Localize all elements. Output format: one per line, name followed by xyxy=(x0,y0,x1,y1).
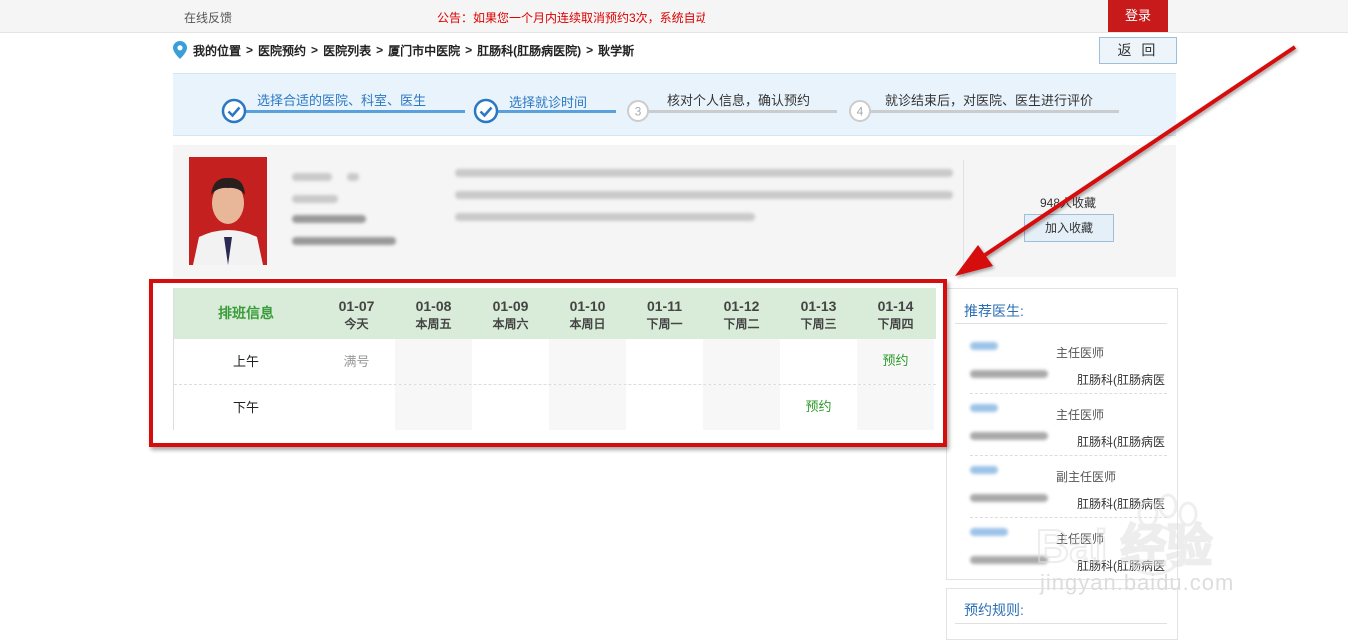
back-button[interactable]: 返 回 xyxy=(1099,37,1177,64)
divider xyxy=(970,393,1167,394)
doctor-hospital-blurred xyxy=(292,215,366,223)
breadcrumb-hospital-list[interactable]: 医院列表 xyxy=(323,42,371,59)
doctor-name-blurred xyxy=(292,173,332,181)
doctor-title: 主任医师 xyxy=(1056,346,1105,360)
divider xyxy=(963,160,964,276)
step-label: 选择合适的医院、科室、医生 xyxy=(257,93,427,108)
booking-steps: 选择合适的医院、科室、医生 选择就诊时间 3 核对个人信息，确认预约 4 就诊结… xyxy=(173,73,1176,136)
favorite-count: 948人收藏 xyxy=(1040,196,1097,210)
step-label: 选择就诊时间 xyxy=(509,95,588,110)
breadcrumb-separator: > xyxy=(311,43,319,57)
breadcrumb-department[interactable]: 肛肠科(肛肠病医院) xyxy=(477,42,581,59)
step-progress-line xyxy=(647,110,837,113)
step-choose-doctor: 选择合适的医院、科室、医生 xyxy=(221,74,465,135)
step-progress-line xyxy=(869,110,1119,113)
doctor-gender-blurred xyxy=(347,173,359,181)
doctor-name-blurred[interactable] xyxy=(970,342,998,350)
add-favorite-button[interactable]: 加入收藏 xyxy=(1024,214,1114,242)
watermark-url: jingyan.baidu.com xyxy=(1040,570,1235,595)
breadcrumb-doctor: 耿学斯 xyxy=(598,43,635,58)
doctor-dept: 肛肠科(肛肠病医 xyxy=(1077,373,1165,387)
divider xyxy=(955,623,1167,624)
step-label: 核对个人信息，确认预约 xyxy=(667,93,811,108)
doctor-info-card: 948人收藏 加入收藏 xyxy=(173,145,1176,277)
doctor-dept-blurred xyxy=(292,237,396,245)
svg-text:Bai 经验: Bai 经验 xyxy=(1036,520,1212,572)
doctor-portrait-image xyxy=(189,157,267,265)
step-evaluate: 4 就诊结束后，对医院、医生进行评价 xyxy=(847,74,1119,135)
location-pin-icon xyxy=(173,41,187,59)
doctor-intro-blurred xyxy=(455,169,953,177)
divider xyxy=(955,323,1167,324)
step-progress-line xyxy=(245,110,465,113)
hospital-blurred xyxy=(970,432,1048,440)
login-button[interactable]: 登录 xyxy=(1108,0,1168,32)
feedback-link[interactable]: 在线反馈 xyxy=(184,9,232,26)
step-number-4-icon: 4 xyxy=(849,100,871,122)
breadcrumb-separator: > xyxy=(465,43,473,57)
breadcrumb: 我的位置 > 医院预约 > 医院列表 > 厦门市中医院 > 肛肠科(肛肠病医院)… xyxy=(173,40,634,60)
doctor-name-blurred[interactable] xyxy=(970,466,998,474)
check-circle-icon xyxy=(473,98,499,124)
breadcrumb-current-location: 我的位置 xyxy=(193,43,242,58)
breadcrumb-separator: > xyxy=(376,43,384,57)
announcement-text: 公告：如果您一个月内连续取消预约3次，系统自动 xyxy=(437,11,705,25)
top-bar: 在线反馈 公告：如果您一个月内连续取消预约3次，系统自动 登录 xyxy=(0,0,1348,33)
highlight-box xyxy=(149,279,947,447)
step-label: 就诊结束后，对医院、医生进行评价 xyxy=(885,93,1094,108)
check-circle-icon xyxy=(221,98,247,124)
doctor-title: 主任医师 xyxy=(1056,408,1105,422)
rules-title: 预约规则: xyxy=(964,602,1024,618)
hospital-blurred xyxy=(970,370,1048,378)
breadcrumb-separator: > xyxy=(586,43,594,57)
step-choose-time: 选择就诊时间 xyxy=(473,74,616,135)
divider xyxy=(970,455,1167,456)
breadcrumb-hospital-booking[interactable]: 医院预约 xyxy=(258,42,306,59)
svg-text:4: 4 xyxy=(857,105,864,119)
recommended-doctor-item[interactable]: 主任医师 肛肠科(肛肠病医 xyxy=(955,334,1167,394)
step-confirm-info: 3 核对个人信息，确认预约 xyxy=(625,74,837,135)
step-number-3-icon: 3 xyxy=(627,100,649,122)
doctor-name-blurred[interactable] xyxy=(970,404,998,412)
doctor-intro-blurred xyxy=(455,213,755,221)
doctor-photo xyxy=(189,157,267,265)
svg-text:3: 3 xyxy=(635,105,642,119)
breadcrumb-hospital[interactable]: 厦门市中医院 xyxy=(388,42,460,59)
recommended-title: 推荐医生: xyxy=(964,303,1024,319)
doctor-dept: 肛肠科(肛肠病医 xyxy=(1077,435,1165,449)
recommended-doctor-item[interactable]: 主任医师 肛肠科(肛肠病医 xyxy=(955,396,1167,456)
doctor-title-blurred xyxy=(292,195,338,203)
doctor-intro-blurred xyxy=(455,191,953,199)
breadcrumb-separator: > xyxy=(246,43,254,57)
doctor-title: 副主任医师 xyxy=(1056,470,1117,484)
doctor-name-blurred[interactable] xyxy=(970,528,1008,536)
